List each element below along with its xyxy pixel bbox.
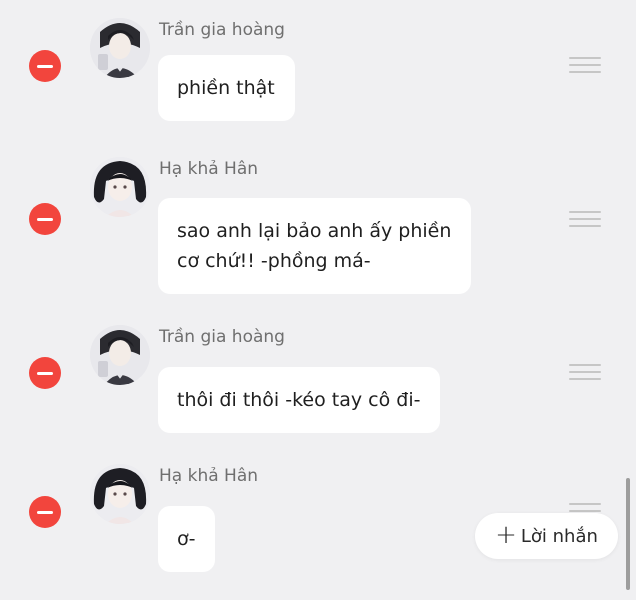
plus-icon: + xyxy=(495,520,517,550)
male-character-avatar-icon xyxy=(90,325,150,385)
sender-name: Trần gia hoàng xyxy=(159,327,285,347)
remove-message-button[interactable] xyxy=(29,203,61,235)
message-bubble[interactable]: ơ- xyxy=(158,506,216,572)
sender-name: Hạ khả Hân xyxy=(159,466,259,486)
remove-message-button[interactable] xyxy=(29,357,61,389)
drag-handle-icon[interactable] xyxy=(569,364,601,380)
drag-handle-icon[interactable] xyxy=(569,57,601,73)
remove-icon xyxy=(37,217,53,221)
message-row: Trần gia hoàng thôi đi thôi -kéo tay cô … xyxy=(0,325,636,440)
message-bubble[interactable]: sao anh lại bảo anh ấy phiền cơ chứ!! -p… xyxy=(158,198,472,294)
remove-icon xyxy=(37,64,53,68)
sender-name: Hạ khả Hân xyxy=(159,159,259,179)
message-bubble[interactable]: thôi đi thôi -kéo tay cô đi- xyxy=(158,367,441,433)
message-row: Hạ khả Hân sao anh lại bảo anh ấy phiền … xyxy=(0,157,636,307)
drag-handle-icon[interactable] xyxy=(569,211,601,227)
scrollbar[interactable] xyxy=(626,478,630,590)
add-message-label: Lời nhắn xyxy=(520,525,598,547)
avatar[interactable] xyxy=(90,18,150,78)
message-row: Trần gia hoàng phiền thật xyxy=(0,18,636,133)
avatar[interactable] xyxy=(90,157,150,217)
sender-name: Trần gia hoàng xyxy=(159,20,285,40)
remove-icon xyxy=(37,371,53,375)
chat-editor-screen: Trần gia hoàng phiền thật Hạ khả Hân sao… xyxy=(0,0,636,600)
add-message-button[interactable]: + Lời nhắn xyxy=(475,513,618,559)
remove-message-button[interactable] xyxy=(29,50,61,82)
female-character-avatar-icon xyxy=(90,157,150,217)
message-bubble[interactable]: phiền thật xyxy=(158,55,295,121)
remove-message-button[interactable] xyxy=(29,496,61,528)
avatar[interactable] xyxy=(90,325,150,385)
remove-icon xyxy=(37,510,53,514)
male-character-avatar-icon xyxy=(90,18,150,78)
avatar[interactable] xyxy=(90,464,150,524)
female-character-avatar-icon xyxy=(90,464,150,524)
